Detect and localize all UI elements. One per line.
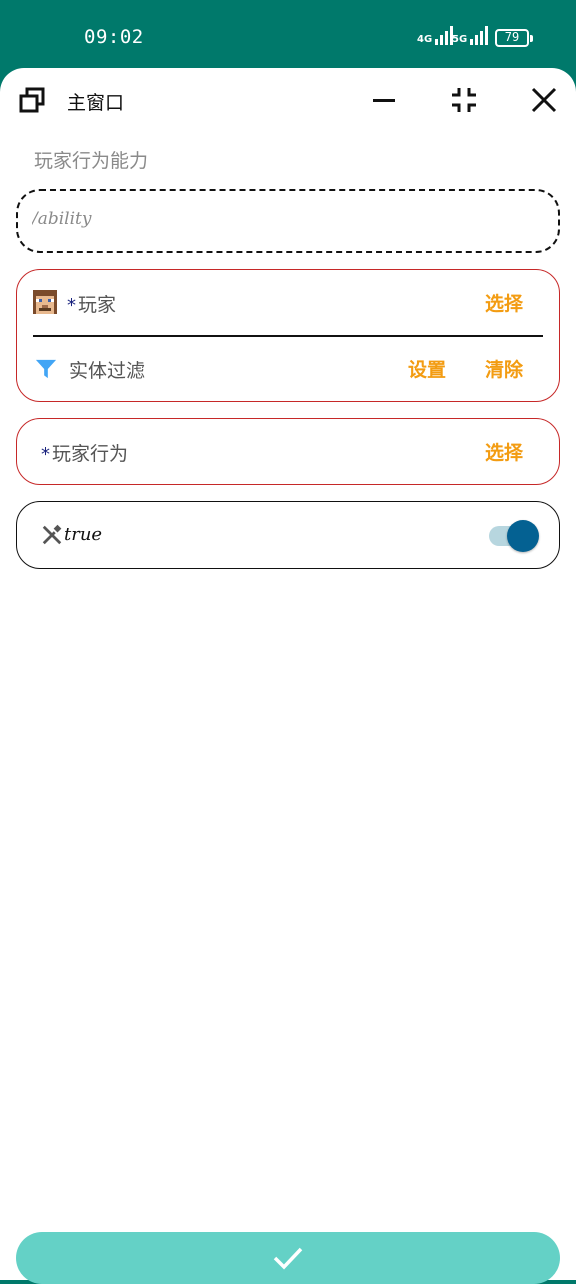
close-button[interactable] xyxy=(528,84,560,116)
network-5g-label: 5G xyxy=(452,34,468,45)
player-label: * 玩家 xyxy=(67,290,116,317)
signal-bars-icon xyxy=(435,26,454,45)
check-icon xyxy=(273,1247,303,1270)
required-mark: * xyxy=(67,295,76,316)
player-action-card: * 玩家行为 选择 xyxy=(16,418,560,485)
restore-window-icon[interactable] xyxy=(18,86,46,114)
status-time: 09:02 xyxy=(84,26,144,48)
status-bar: 09:02 4G 5G 79 xyxy=(0,0,576,68)
player-action-label-text: 玩家行为 xyxy=(52,443,129,465)
player-avatar-icon xyxy=(33,290,57,314)
filter-icon xyxy=(35,359,57,379)
filter-clear-button[interactable]: 清除 xyxy=(485,355,523,382)
boolean-card: true xyxy=(16,501,560,569)
tool-icon xyxy=(42,524,62,545)
window-title: 主窗口 xyxy=(67,92,125,114)
section-label: 玩家行为能力 xyxy=(34,150,149,172)
network-4g-indicator: 4G xyxy=(417,26,454,45)
collapse-icon xyxy=(452,88,476,112)
battery-level: 79 xyxy=(504,30,520,44)
player-action-select-button[interactable]: 选择 xyxy=(485,438,523,465)
close-icon xyxy=(531,87,557,113)
player-row: * 玩家 选择 xyxy=(17,270,559,336)
player-label-text: 玩家 xyxy=(78,294,117,316)
filter-label: 实体过滤 xyxy=(69,360,146,382)
boolean-toggle[interactable] xyxy=(487,520,541,552)
confirm-button[interactable] xyxy=(16,1232,560,1284)
main-window: 主窗口 玩家行为能力 /ability * 玩家 选择 实体过滤 设置 清除 *… xyxy=(0,68,576,1284)
player-select-button[interactable]: 选择 xyxy=(485,289,523,316)
filter-row: 实体过滤 设置 清除 xyxy=(17,336,559,402)
command-field[interactable] xyxy=(32,209,532,229)
minimize-button[interactable] xyxy=(368,84,400,116)
required-mark: * xyxy=(41,444,50,465)
player-card: * 玩家 选择 实体过滤 设置 清除 xyxy=(16,269,560,402)
command-box xyxy=(16,189,560,253)
filter-set-button[interactable]: 设置 xyxy=(408,355,446,382)
toggle-knob xyxy=(507,520,539,552)
player-action-label: * 玩家行为 xyxy=(41,439,128,466)
signal-bars-icon xyxy=(470,26,489,45)
network-4g-label: 4G xyxy=(417,34,433,45)
window-titlebar: 主窗口 xyxy=(0,68,576,132)
collapse-button[interactable] xyxy=(448,84,480,116)
minimize-icon xyxy=(373,99,395,102)
boolean-value-label: true xyxy=(64,524,103,545)
network-5g-indicator: 5G xyxy=(452,26,489,45)
battery-icon: 79 xyxy=(495,29,533,47)
